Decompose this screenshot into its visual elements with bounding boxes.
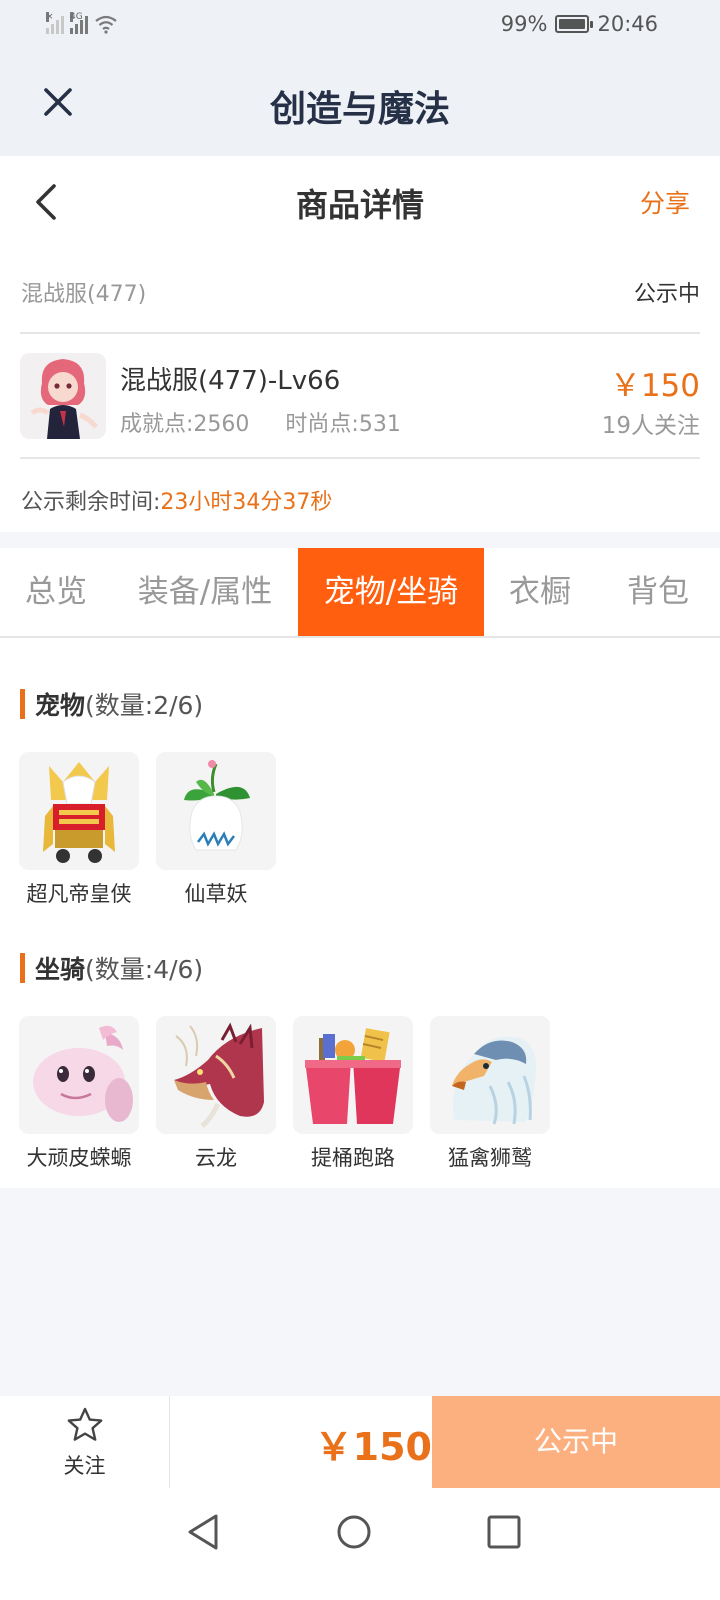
status-bar: × 4G 99% 20:46 [0, 0, 720, 50]
signal-tag: 4G [70, 12, 83, 22]
public-status-button[interactable]: 公示中 [432, 1396, 720, 1488]
follower-count: 19人关注 [601, 413, 700, 439]
divider [20, 332, 700, 334]
mount-item[interactable]: 大顽皮蝾螈 [19, 1016, 139, 1172]
status-right: 99% 20:46 [501, 12, 658, 36]
mount-item[interactable]: 猛禽狮鹫 [430, 1016, 550, 1172]
app-title: 创造与魔法 [269, 89, 450, 130]
mount-name: 提桶跑路 [311, 1146, 395, 1170]
tab-equipment[interactable]: 装备/属性 [112, 548, 298, 636]
signal-strength-icon: × [46, 12, 64, 34]
character-name: 混战服(477)-Lv66 [120, 366, 341, 396]
achievement-points: 成就点:2560 [120, 412, 250, 437]
remaining-time: 公示剩余时间:23小时34分37秒 [21, 484, 332, 516]
listing-status: 公示中 [633, 282, 700, 307]
tab-overview[interactable]: 总览 [0, 548, 112, 636]
detail-tabs: 总览 装备/属性 宠物/坐骑 衣橱 背包 [0, 548, 720, 638]
remaining-time-label: 公示剩余时间: [21, 490, 161, 515]
clock: 20:46 [597, 12, 658, 36]
pet-image [19, 752, 139, 870]
mount-name: 云龙 [195, 1146, 237, 1170]
pets-section-title: 宠物 (数量:2/6) [20, 686, 203, 722]
pet-item[interactable]: 仙草妖 [156, 752, 276, 908]
signal-tag: × [46, 12, 54, 22]
share-button[interactable]: 分享 [640, 184, 690, 220]
mount-image [156, 1016, 276, 1134]
remaining-time-value: 23小时34分37秒 [160, 490, 333, 515]
status-left: × 4G [46, 10, 118, 34]
character-stats: 成就点:2560 时尚点:531 [120, 406, 401, 438]
mount-name: 猛禽狮鹫 [448, 1146, 532, 1170]
mounts-title: 坐骑 [35, 955, 86, 984]
pet-item[interactable]: 超凡帝皇侠 [19, 752, 139, 908]
nav-back-icon[interactable] [184, 1512, 224, 1552]
fashion-points: 时尚点:531 [285, 412, 401, 437]
nav-home-icon[interactable] [334, 1512, 374, 1552]
pet-name: 超凡帝皇侠 [26, 882, 132, 906]
star-icon [67, 1407, 102, 1441]
mount-item[interactable]: 云龙 [156, 1016, 276, 1172]
battery-icon [555, 15, 594, 33]
app-header: 创造与魔法 [0, 50, 720, 156]
mount-name: 大顽皮蝾螈 [26, 1146, 132, 1170]
pets-count: (数量:2/6) [85, 691, 204, 720]
server-name: 混战服(477) [21, 282, 147, 307]
tab-pets-mounts[interactable]: 宠物/坐骑 [298, 548, 484, 636]
mount-item[interactable]: 提桶跑路 [293, 1016, 413, 1172]
page-title: 商品详情 [295, 186, 424, 224]
tab-backpack[interactable]: 背包 [596, 548, 720, 636]
section-accent-bar [20, 689, 25, 719]
mounts-section-title: 坐骑 (数量:4/6) [20, 950, 203, 986]
follow-button[interactable]: 关注 [0, 1396, 170, 1488]
battery-percent: 99% [500, 12, 548, 36]
listing-price: ￥150 [609, 368, 700, 404]
mounts-count: (数量:4/6) [85, 955, 204, 984]
bottom-action-bar: 关注 ￥150 公示中 [0, 1396, 720, 1488]
follow-label: 关注 [63, 1454, 106, 1478]
mount-image [293, 1016, 413, 1134]
character-avatar [20, 353, 106, 439]
pets-title: 宠物 [35, 691, 86, 720]
signal-4g-icon: 4G [70, 12, 88, 34]
battery-fill [559, 19, 586, 29]
pets-mounts-content: 宠物 (数量:2/6) 超凡帝皇侠 仙草妖 坐骑 (数量:4/6) 大顽皮蝾螈 … [0, 638, 720, 1188]
divider [20, 457, 700, 459]
pet-name: 仙草妖 [184, 882, 248, 906]
system-nav-bar [0, 1488, 720, 1600]
mount-image [430, 1016, 550, 1134]
nav-recents-icon[interactable] [484, 1512, 524, 1552]
section-accent-bar [20, 953, 25, 983]
mount-image [19, 1016, 139, 1134]
page-header: 商品详情 分享 [0, 156, 720, 248]
bottom-price: ￥150 [314, 1425, 432, 1469]
pet-image [156, 752, 276, 870]
wifi-icon [95, 15, 117, 34]
tab-wardrobe[interactable]: 衣橱 [484, 548, 596, 636]
listing-info-card: 混战服(477) 公示中 混战服(477)-Lv66 成就点:2560 时尚点:… [0, 248, 720, 532]
